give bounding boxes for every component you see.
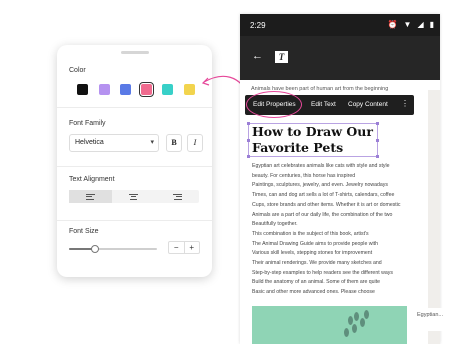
body-line: Paintings, sculptures, jewelry, and even… — [252, 182, 388, 189]
body-line: Animals are a part of our daily life, th… — [252, 211, 393, 218]
body-line: The Animal Drawing Guide aims to provide… — [252, 240, 379, 247]
side-caption: Egyptian... — [417, 312, 443, 318]
body-line: Beautifully together. — [252, 221, 298, 228]
document-content: Animals have been part of human art from… — [240, 80, 440, 344]
headline-line: How to Draw Our — [252, 124, 373, 139]
phone-screen: 2:29 ⏰ ▼ ◢ ▮ ← T Animals have been part … — [240, 14, 440, 344]
resize-handle[interactable] — [247, 155, 250, 158]
side-thumbnail — [429, 90, 440, 240]
resize-handle[interactable] — [247, 122, 250, 125]
battery-icon: ▮ — [429, 20, 434, 29]
headline-text: How to Draw Our Favorite Pets — [252, 124, 373, 156]
body-line: This combination is the subject of this … — [252, 230, 369, 237]
body-line: Times, can and dog art sells a lot of T-… — [252, 192, 395, 199]
body-line: Cups, store brands and other items. Whet… — [252, 201, 401, 208]
headline-line: Favorite Pets — [252, 140, 344, 155]
copy-content-button[interactable]: Copy Content — [348, 101, 388, 108]
status-bar: 2:29 ⏰ ▼ ◢ ▮ — [240, 14, 440, 36]
body-line: beauty. For centuries, this horse has in… — [252, 172, 356, 179]
body-line: Various skill levels, stepping stones fo… — [252, 250, 373, 257]
article-body: Egyptian art celebrates animals like cat… — [252, 162, 400, 298]
back-arrow-icon[interactable]: ← — [252, 50, 263, 62]
more-vert-icon[interactable]: ⋮ — [401, 99, 409, 108]
body-line: Basic and other more advanced ones. Plea… — [252, 289, 375, 296]
resize-handle[interactable] — [376, 139, 379, 142]
body-line: Build the anatomy of an animal. Some of … — [252, 279, 381, 286]
resize-handle[interactable] — [376, 122, 379, 125]
app-bar: ← T — [240, 36, 440, 80]
resize-handle[interactable] — [376, 155, 379, 158]
status-time: 2:29 — [250, 21, 266, 30]
body-line: Egyptian art celebrates animals like cat… — [252, 163, 390, 169]
resize-handle[interactable] — [247, 139, 250, 142]
wifi-icon: ▼ — [403, 20, 412, 29]
signal-icon: ◢ — [417, 20, 424, 29]
body-line: Step-by-step examples to help readers se… — [252, 269, 393, 276]
edit-text-button[interactable]: Edit Text — [311, 101, 336, 108]
plant-illustration — [252, 306, 407, 344]
alarm-icon: ⏰ — [387, 20, 398, 29]
text-format-icon[interactable]: T — [275, 51, 288, 63]
highlight-circle — [246, 91, 302, 118]
body-line: Their animal renderings. We provide many… — [252, 260, 382, 267]
selected-headline[interactable]: How to Draw Our Favorite Pets — [247, 122, 379, 158]
